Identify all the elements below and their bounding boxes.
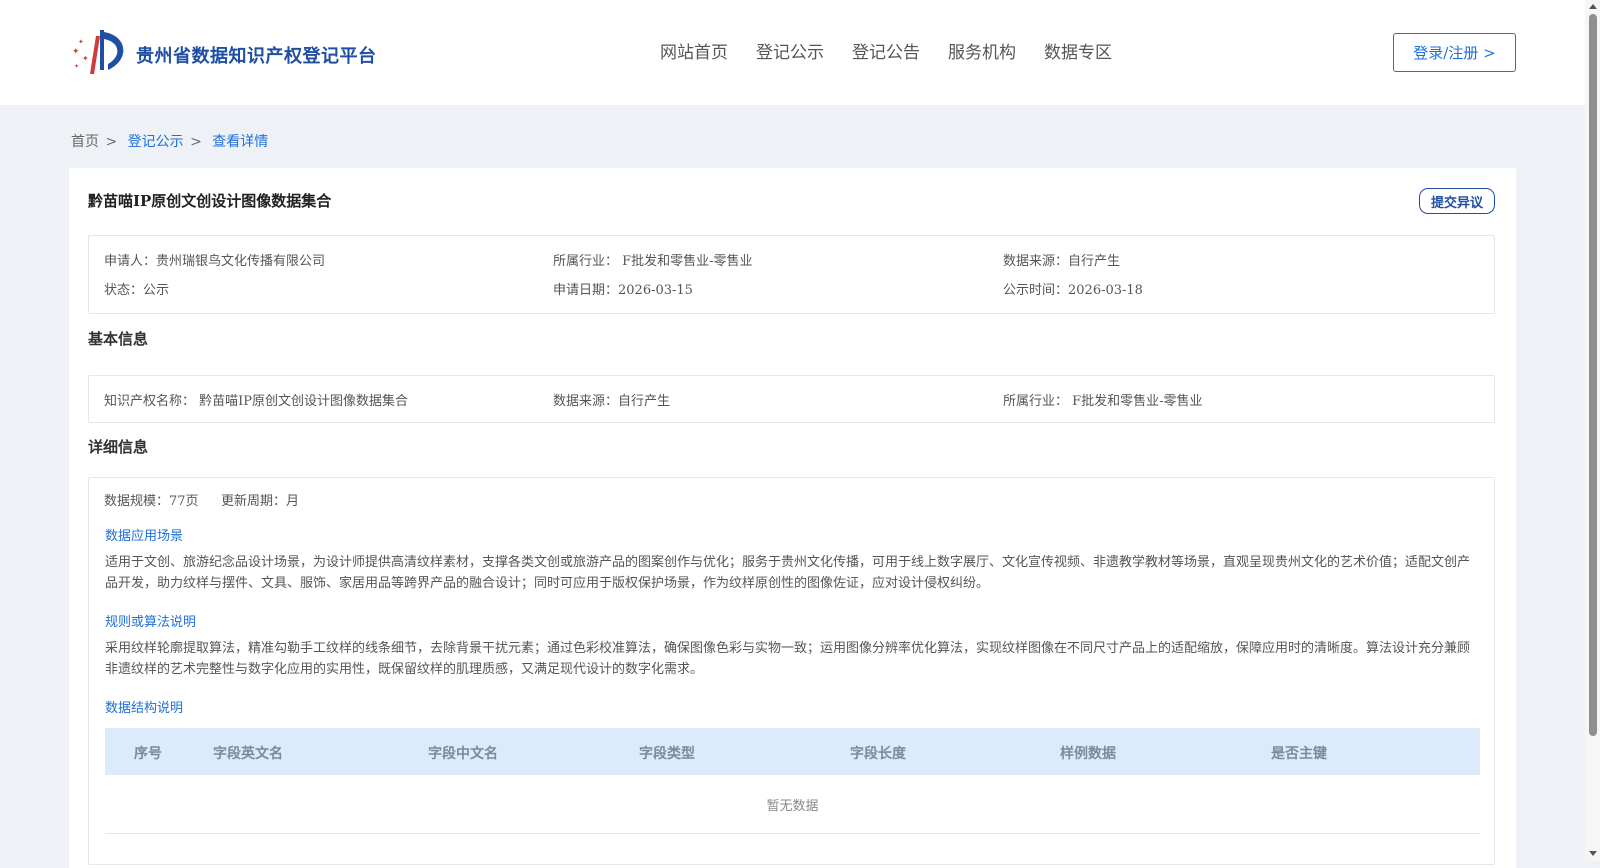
basic-info-box: 知识产权名称： 黔苗喵IP原创文创设计图像数据集合 数据来源：自行产生 所属行业… <box>88 375 1495 423</box>
basic-info-heading: 基本信息 <box>88 330 149 348</box>
status-field: 状态：公示 <box>104 283 170 298</box>
data-structure-heading: 数据结构说明 <box>105 701 184 716</box>
column-header-english-name: 字段英文名 <box>213 746 283 762</box>
update-cycle-field: 更新周期：月 <box>221 494 300 509</box>
scroll-down-arrow-icon[interactable] <box>1589 851 1597 856</box>
scrollbar-thumb[interactable] <box>1589 14 1597 736</box>
scroll-up-arrow-icon[interactable] <box>1589 4 1597 9</box>
algorithm-heading: 规则或算法说明 <box>105 615 197 630</box>
column-header-primary-key: 是否主键 <box>1271 746 1327 762</box>
detail-info-box: 数据规模：77页 更新周期：月 数据应用场景 适用于文创、旅游纪念品设计场景，为… <box>88 477 1495 865</box>
svg-text:✦: ✦ <box>78 38 84 46</box>
breadcrumb: 首页 > 登记公示 > 查看详情 <box>71 131 268 151</box>
brand-name[interactable]: 贵州省数据知识产权登记平台 <box>136 42 377 68</box>
nav-item-home[interactable]: 网站首页 <box>660 38 728 63</box>
usage-scenario-text: 适用于文创、旅游纪念品设计场景，为设计师提供高清纹样素材，支撑各类文创或旅游产品… <box>105 555 1471 591</box>
nav-item-service-agencies[interactable]: 服务机构 <box>948 38 1016 63</box>
platform-logo-icon: ✦ ✦ ✦ ✦ <box>72 30 124 74</box>
summary-box: 申请人：贵州瑞银鸟文化传播有限公司 所属行业： F批发和零售业-零售业 数据来源… <box>88 235 1495 314</box>
svg-text:✦: ✦ <box>74 63 79 70</box>
svg-text:✦: ✦ <box>82 54 89 63</box>
empty-state-text: 暂无数据 <box>766 799 819 814</box>
publish-time-field: 公示时间：2026-03-18 <box>1003 283 1143 298</box>
detail-info-heading: 详细信息 <box>88 438 149 456</box>
applicant-field: 申请人：贵州瑞银鸟文化传播有限公司 <box>104 254 326 269</box>
data-scale-field: 数据规模：77页 <box>104 494 199 509</box>
breadcrumb-home[interactable]: 首页 <box>71 134 99 150</box>
table-header: 序号 字段英文名 字段中文名 字段类型 字段长度 样例数据 是否主键 <box>105 728 1480 775</box>
column-header-chinese-name: 字段中文名 <box>428 746 498 762</box>
data-structure-table: 序号 字段英文名 字段中文名 字段类型 字段长度 样例数据 是否主键 暂无数据 <box>105 728 1480 834</box>
submit-objection-button[interactable]: 提交异议 <box>1419 188 1495 214</box>
main-nav: 网站首页 登记公示 登记公告 服务机构 数据专区 <box>660 38 1112 63</box>
breadcrumb-separator: > <box>105 134 118 150</box>
top-header: ✦ ✦ ✦ ✦ 贵州省数据知识产权登记平台 网站首页 登记公示 登记公告 服务机… <box>0 0 1585 105</box>
nav-item-data-zone[interactable]: 数据专区 <box>1044 38 1112 63</box>
column-header-field-type: 字段类型 <box>639 746 695 762</box>
apply-date-field: 申请日期：2026-03-15 <box>553 283 693 298</box>
svg-text:✦: ✦ <box>72 47 80 57</box>
nav-item-registration-publicity[interactable]: 登记公示 <box>756 38 824 63</box>
industry-field: 所属行业： F批发和零售业-零售业 <box>553 254 753 269</box>
algorithm-text: 采用纹样轮廓提取算法，精准勾勒手工纹样的线条细节，去除背景干扰元素；通过色彩校准… <box>105 641 1471 677</box>
usage-scenario-heading: 数据应用场景 <box>105 529 184 544</box>
basic-industry-field: 所属行业： F批发和零售业-零售业 <box>1003 394 1203 409</box>
nav-item-registration-announcement[interactable]: 登记公告 <box>852 38 920 63</box>
column-header-field-length: 字段长度 <box>850 746 906 762</box>
table-empty-row: 暂无数据 <box>105 775 1480 834</box>
column-header-index: 序号 <box>134 746 162 762</box>
vertical-scrollbar[interactable] <box>1585 0 1600 861</box>
column-header-sample-data: 样例数据 <box>1060 746 1116 762</box>
detail-card: 黔苗喵IP原创文创设计图像数据集合 提交异议 申请人：贵州瑞银鸟文化传播有限公司… <box>69 168 1516 868</box>
page-title: 黔苗喵IP原创文创设计图像数据集合 <box>88 192 332 210</box>
breadcrumb-publicity-link[interactable]: 登记公示 <box>128 134 184 150</box>
breadcrumb-current[interactable]: 查看详情 <box>212 134 268 150</box>
basic-data-source-field: 数据来源：自行产生 <box>553 394 671 409</box>
login-register-button[interactable]: 登录/注册 > <box>1393 33 1516 72</box>
breadcrumb-separator: > <box>190 134 202 150</box>
ip-name-field: 知识产权名称： 黔苗喵IP原创文创设计图像数据集合 <box>104 394 409 409</box>
data-source-field: 数据来源：自行产生 <box>1003 254 1121 269</box>
